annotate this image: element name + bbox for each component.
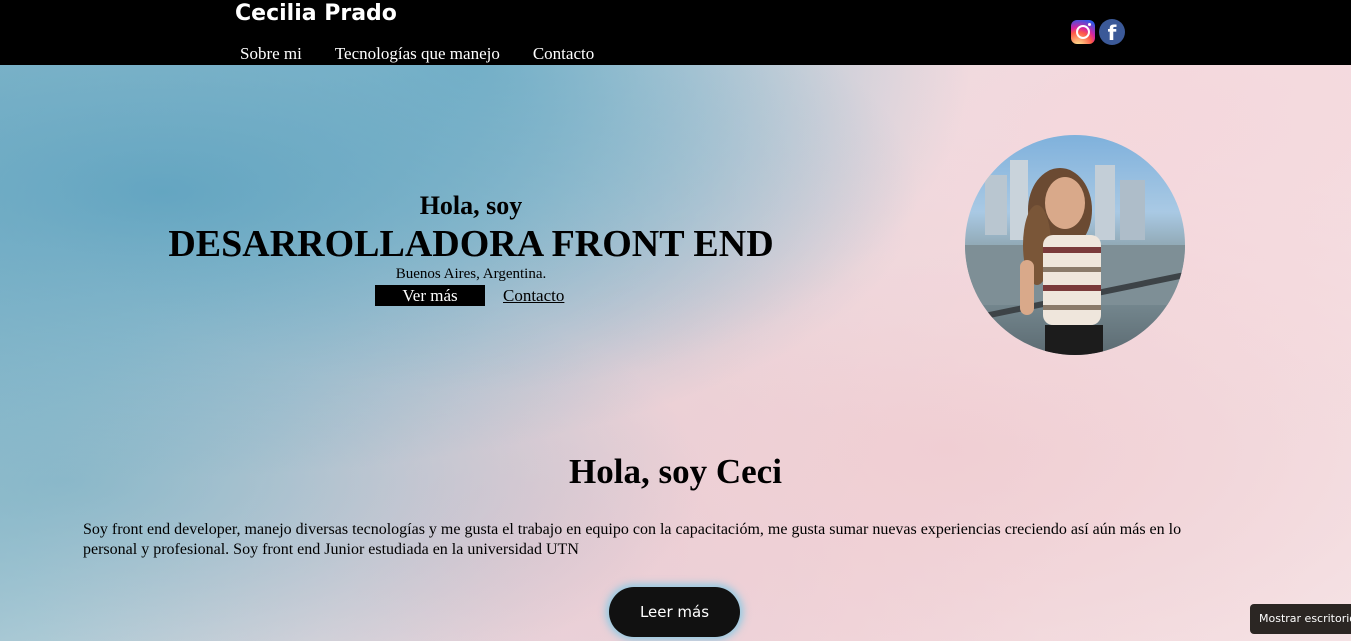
- about-title: Hola, soy Ceci: [569, 452, 782, 491]
- hero-greeting: Hola, soy: [419, 191, 523, 220]
- instagram-icon[interactable]: [1071, 20, 1095, 44]
- about-description: Soy front end developer, manejo diversas…: [83, 521, 1182, 558]
- site-brand[interactable]: Cecilia Prado: [235, 1, 397, 27]
- show-desktop-button[interactable]: Mostrar escritorio: [1250, 604, 1351, 634]
- main-nav: Sobre mi Tecnologías que manejo Contacto: [240, 44, 627, 64]
- social-links: f: [1071, 19, 1125, 45]
- hero-title: DESARROLLADORA FRONT END: [168, 223, 774, 265]
- nav-link-sobre-mi[interactable]: Sobre mi: [240, 44, 302, 64]
- contacto-link[interactable]: Contacto: [503, 285, 564, 306]
- profile-photo-illustration: [965, 160, 1185, 355]
- hero-location: Buenos Aires, Argentina.: [395, 266, 547, 282]
- top-navbar: Cecilia Prado Sobre mi Tecnologías que m…: [0, 0, 1351, 65]
- nav-link-contacto[interactable]: Contacto: [533, 44, 594, 64]
- facebook-icon[interactable]: f: [1099, 19, 1125, 45]
- leer-mas-button[interactable]: Leer más: [609, 587, 740, 637]
- nav-link-tecnologias[interactable]: Tecnologías que manejo: [335, 44, 500, 64]
- profile-photo: [965, 135, 1185, 355]
- ver-mas-button[interactable]: Ver más: [375, 285, 485, 306]
